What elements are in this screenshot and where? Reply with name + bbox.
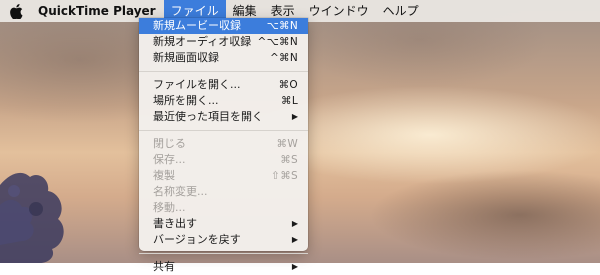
menu-item-open-recent[interactable]: 最近使った項目を開く ▶	[139, 109, 308, 125]
menu-item-label: バージョンを戻す	[153, 233, 241, 246]
apple-menu-icon[interactable]	[0, 0, 32, 22]
menu-item-duplicate[interactable]: 複製 ⇧⌘S	[139, 168, 308, 184]
menu-item-new-movie-recording[interactable]: 新規ムービー収録 ⌥⌘N	[139, 18, 308, 34]
menu-item-shortcut: ⌘L	[281, 95, 298, 107]
menu-item-close[interactable]: 閉じる ⌘W	[139, 136, 308, 152]
menu-item-new-audio-recording[interactable]: 新規オーディオ収録 ^⌥⌘N	[139, 34, 308, 50]
menu-item-save[interactable]: 保存... ⌘S	[139, 152, 308, 168]
menu-item-label: 複製	[153, 169, 175, 182]
menu-item-label: 共有	[153, 260, 175, 273]
menu-item-label: 場所を開く...	[153, 94, 219, 107]
menu-item-shortcut: ⌘W	[276, 138, 298, 150]
menu-item-label: 閉じる	[153, 137, 186, 150]
menu-item-rename[interactable]: 名称変更...	[139, 184, 308, 200]
menu-item-revert-to[interactable]: バージョンを戻す ▶	[139, 232, 308, 248]
menu-item-shortcut: ^⌥⌘N	[257, 36, 298, 48]
menu-item-move[interactable]: 移動...	[139, 200, 308, 216]
menu-item-label: 移動...	[153, 201, 186, 214]
menu-item-shortcut: ^⌘N	[269, 52, 298, 64]
submenu-arrow-icon: ▶	[291, 235, 298, 244]
menu-separator	[139, 71, 308, 72]
menu-item-label: ファイルを開く...	[153, 78, 241, 91]
menu-item-share[interactable]: 共有 ▶	[139, 259, 308, 275]
menu-item-shortcut: ⌘S	[280, 154, 298, 166]
menu-item-label: 新規画面収録	[153, 51, 219, 64]
menu-help[interactable]: ヘルプ	[376, 0, 426, 22]
menu-item-open-location[interactable]: 場所を開く... ⌘L	[139, 93, 308, 109]
menu-item-shortcut: ⇧⌘S	[271, 170, 298, 182]
menu-item-open-file[interactable]: ファイルを開く... ⌘O	[139, 77, 308, 93]
menu-item-shortcut: ⌘O	[278, 79, 298, 91]
menu-item-export[interactable]: 書き出す ▶	[139, 216, 308, 232]
tree-silhouette	[0, 172, 64, 263]
menu-separator	[139, 130, 308, 131]
menu-item-label: 最近使った項目を開く	[153, 110, 263, 123]
menu-item-label: 保存...	[153, 153, 186, 166]
submenu-arrow-icon: ▶	[291, 112, 298, 121]
submenu-arrow-icon: ▶	[291, 262, 298, 271]
menu-item-shortcut: ⌥⌘N	[266, 20, 298, 32]
file-dropdown-menu: 新規ムービー収録 ⌥⌘N 新規オーディオ収録 ^⌥⌘N 新規画面収録 ^⌘N フ…	[139, 18, 308, 273]
menu-item-label: 書き出す	[153, 217, 197, 230]
menu-item-label: 新規ムービー収録	[153, 19, 241, 32]
menu-item-label: 名称変更...	[153, 185, 208, 198]
menu-window[interactable]: ウインドウ	[302, 0, 376, 22]
menu-item-new-screen-recording[interactable]: 新規画面収録 ^⌘N	[139, 50, 308, 66]
submenu-arrow-icon: ▶	[291, 219, 298, 228]
menu-separator	[139, 253, 308, 254]
menu-item-label: 新規オーディオ収録	[153, 35, 252, 48]
